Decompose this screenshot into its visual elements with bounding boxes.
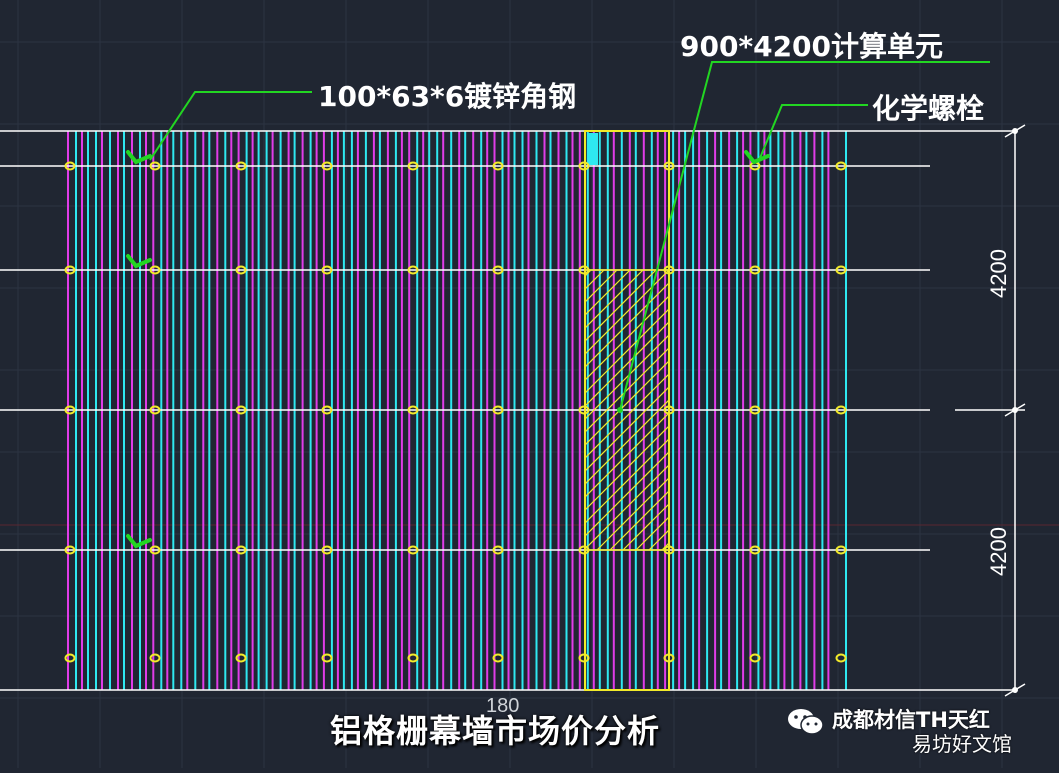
- cad-drawing-area: 100*63*6镀锌角钢 900*4200计算单元 化学螺栓 4200 4200…: [0, 0, 1059, 768]
- dimension-lower-4200: 4200: [986, 527, 1011, 576]
- label-chemical-bolt: 化学螺栓: [872, 92, 984, 125]
- drawing-caption: 铝格栅幕墙市场价分析: [330, 712, 661, 750]
- watermark-line-2: 易坊好文馆: [912, 732, 1012, 756]
- label-calc-unit: 900*4200计算单元: [680, 30, 943, 63]
- leader-lines: [149, 61, 990, 413]
- leader-dot: [617, 407, 623, 413]
- watermark: 成都材信TH天红 易坊好文馆: [786, 700, 1054, 760]
- label-angle-steel: 100*63*6镀锌角钢: [318, 80, 576, 113]
- dimension-upper-4200: 4200: [986, 249, 1011, 298]
- wechat-icon: [788, 709, 824, 735]
- bolt-marker: [149, 653, 161, 663]
- bolt-marker: [64, 653, 76, 663]
- cad-canvas: 100*63*6镀锌角钢 900*4200计算单元 化学螺栓 4200 4200…: [0, 0, 1059, 768]
- fin-highlight-block: [588, 133, 598, 165]
